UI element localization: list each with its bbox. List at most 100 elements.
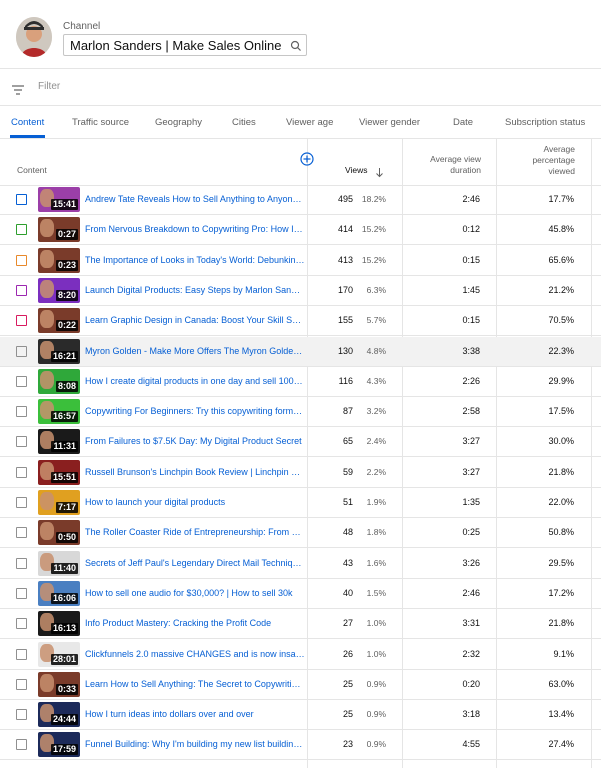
tab-content[interactable]: Content <box>11 117 44 128</box>
row-checkbox[interactable] <box>16 315 27 327</box>
views-share: 0.9% <box>366 739 386 750</box>
filter-icon[interactable] <box>12 82 24 100</box>
table-row[interactable]: 0:22 Learn Graphic Design in Canada: Boos… <box>0 306 601 337</box>
video-title-link[interactable]: The Importance of Looks in Today's World… <box>85 255 305 265</box>
sort-descending-icon[interactable] <box>375 165 384 183</box>
video-thumbnail[interactable]: 17:59 <box>38 732 80 758</box>
video-thumbnail[interactable]: 15:41 <box>38 187 80 212</box>
video-title-link[interactable]: Secrets of Jeff Paul's Legendary Direct … <box>85 558 305 568</box>
row-checkbox[interactable] <box>16 194 27 205</box>
table-row[interactable]: 17:59 Funnel Building: Why I'm building m… <box>0 730 601 761</box>
search-icon[interactable] <box>290 39 302 57</box>
row-checkbox[interactable] <box>16 678 27 690</box>
video-title-link[interactable]: From Failures to $7.5K Day: My Digital P… <box>85 436 305 446</box>
tab-traffic-source[interactable]: Traffic source <box>72 117 129 128</box>
video-title-link[interactable]: Learn Graphic Design in Canada: Boost Yo… <box>85 315 305 325</box>
video-title-link[interactable]: Clickfunnels 2.0 massive CHANGES and is … <box>85 649 305 659</box>
video-thumbnail[interactable]: 16:57 <box>38 399 80 425</box>
views-value: 65 <box>342 436 353 447</box>
views-value: 43 <box>342 557 353 568</box>
table-row[interactable]: 16:06 How to sell one audio for $30,000? … <box>0 579 601 609</box>
tab-geography[interactable]: Geography <box>155 117 202 128</box>
video-title-link[interactable]: Copywriting For Beginners: Try this copy… <box>85 406 305 416</box>
table-row[interactable]: 15:51 Russell Brunson's Linchpin Book Rev… <box>0 458 601 488</box>
row-checkbox[interactable] <box>16 224 27 236</box>
table-row[interactable]: 7:17 How to launch your digital products 5… <box>0 488 601 518</box>
video-thumbnail[interactable]: 11:31 <box>38 429 80 455</box>
tab-viewer-gender[interactable]: Viewer gender <box>359 117 420 128</box>
column-header-views[interactable]: Views <box>345 165 368 176</box>
video-thumbnail[interactable]: 8:08 <box>38 368 80 394</box>
video-title-link[interactable]: Andrew Tate Reveals How to Sell Anything… <box>85 194 305 204</box>
table-row[interactable]: 28:01 Clickfunnels 2.0 massive CHANGES an… <box>0 640 601 670</box>
row-checkbox[interactable] <box>16 345 27 357</box>
row-checkbox[interactable] <box>16 587 27 599</box>
filter-bar[interactable]: Filter <box>0 69 601 106</box>
video-title-link[interactable]: Info Product Mastery: Cracking the Profi… <box>85 618 305 628</box>
video-title-link[interactable]: From Nervous Breakdown to Copywriting Pr… <box>85 224 305 234</box>
row-checkbox[interactable] <box>16 709 27 721</box>
video-thumbnail[interactable]: 15:51 <box>38 459 80 485</box>
row-checkbox[interactable] <box>16 436 27 448</box>
tab-date[interactable]: Date <box>453 117 473 128</box>
row-checkbox[interactable] <box>16 527 27 539</box>
table-row[interactable]: 0:27 From Nervous Breakdown to Copywritin… <box>0 215 601 246</box>
table-row[interactable]: 24:44 How I turn ideas into dollars over … <box>0 700 601 731</box>
video-thumbnail[interactable]: 0:22 <box>38 308 80 334</box>
channel-avatar[interactable] <box>16 17 52 57</box>
video-title-link[interactable]: Launch Digital Products: Easy Steps by M… <box>85 285 305 295</box>
table-row[interactable]: 0:23 The Importance of Looks in Today's W… <box>0 246 601 276</box>
filter-placeholder[interactable]: Filter <box>38 81 60 92</box>
video-thumbnail[interactable]: 16:21 <box>38 338 80 364</box>
video-thumbnail[interactable]: 0:33 <box>38 671 80 697</box>
row-checkbox[interactable] <box>16 739 27 751</box>
video-title-link[interactable]: Russell Brunson's Linchpin Book Review |… <box>85 467 305 477</box>
video-title-link[interactable]: Myron Golden - Make More Offers The Myro… <box>85 346 305 356</box>
row-checkbox[interactable] <box>16 466 27 478</box>
tab-cities[interactable]: Cities <box>232 117 256 128</box>
tab-viewer-age[interactable]: Viewer age <box>286 117 333 128</box>
table-row[interactable]: 11:40 Secrets of Jeff Paul's Legendary Di… <box>0 549 601 579</box>
table-row[interactable]: 16:13 Info Product Mastery: Cracking the … <box>0 609 601 640</box>
video-thumbnail[interactable]: 16:13 <box>38 611 80 637</box>
table-row[interactable]: 15:41 Andrew Tate Reveals How to Sell Any… <box>0 185 601 215</box>
video-thumbnail[interactable]: 24:44 <box>38 702 80 728</box>
row-checkbox[interactable] <box>16 497 27 508</box>
table-row[interactable]: 0:50 The Roller Coaster Ride of Entrepren… <box>0 518 601 549</box>
row-checkbox[interactable] <box>16 557 27 569</box>
table-row[interactable]: 8:20 Launch Digital Products: Easy Steps … <box>0 276 601 306</box>
table-row[interactable]: 0:33 Learn How to Sell Anything: The Secr… <box>0 670 601 700</box>
row-checkbox[interactable] <box>16 648 27 660</box>
row-checkbox[interactable] <box>16 284 27 296</box>
video-thumbnail[interactable]: 8:20 <box>38 277 80 303</box>
video-title-link[interactable]: How I create digital products in one day… <box>85 376 305 386</box>
video-title-link[interactable]: Learn How to Sell Anything: The Secret t… <box>85 679 305 689</box>
video-thumbnail[interactable]: 7:17 <box>38 490 80 515</box>
video-title-link[interactable]: How to launch your digital products <box>85 497 305 507</box>
video-thumbnail[interactable]: 0:50 <box>38 520 80 546</box>
table-row[interactable]: 11:31 From Failures to $7.5K Day: My Digi… <box>0 427 601 458</box>
column-header-avg-view-duration[interactable]: Average view duration <box>430 154 481 176</box>
video-thumbnail[interactable]: 0:27 <box>38 217 80 243</box>
video-thumbnail[interactable]: 16:06 <box>38 580 80 606</box>
row-checkbox[interactable] <box>16 254 27 266</box>
row-checkbox[interactable] <box>16 375 27 387</box>
video-title-link[interactable]: How I turn ideas into dollars over and o… <box>85 709 305 719</box>
row-checkbox[interactable] <box>16 618 27 630</box>
table-row[interactable]: 16:21 Myron Golden - Make More Offers The… <box>0 336 601 367</box>
video-thumbnail[interactable]: 11:40 <box>38 550 80 576</box>
add-column-icon[interactable] <box>300 152 314 171</box>
channel-selector[interactable]: Marlon Sanders | Make Sales Online <box>63 34 307 56</box>
views-value: 26 <box>342 648 353 659</box>
column-header-avg-percentage-viewed[interactable]: Average percentage viewed <box>532 144 575 177</box>
video-title-link[interactable]: The Roller Coaster Ride of Entrepreneurs… <box>85 527 305 537</box>
video-thumbnail[interactable]: 0:23 <box>38 247 80 273</box>
views-value: 23 <box>342 739 353 750</box>
video-thumbnail[interactable]: 28:01 <box>38 641 80 667</box>
video-title-link[interactable]: How to sell one audio for $30,000? | How… <box>85 588 305 598</box>
video-title-link[interactable]: Funnel Building: Why I'm building my new… <box>85 739 305 749</box>
table-row[interactable]: 16:57 Copywriting For Beginners: Try this… <box>0 397 601 428</box>
tab-subscription-status[interactable]: Subscription status <box>505 117 585 128</box>
table-row[interactable]: 8:08 How I create digital products in one… <box>0 367 601 397</box>
row-checkbox[interactable] <box>16 406 27 418</box>
